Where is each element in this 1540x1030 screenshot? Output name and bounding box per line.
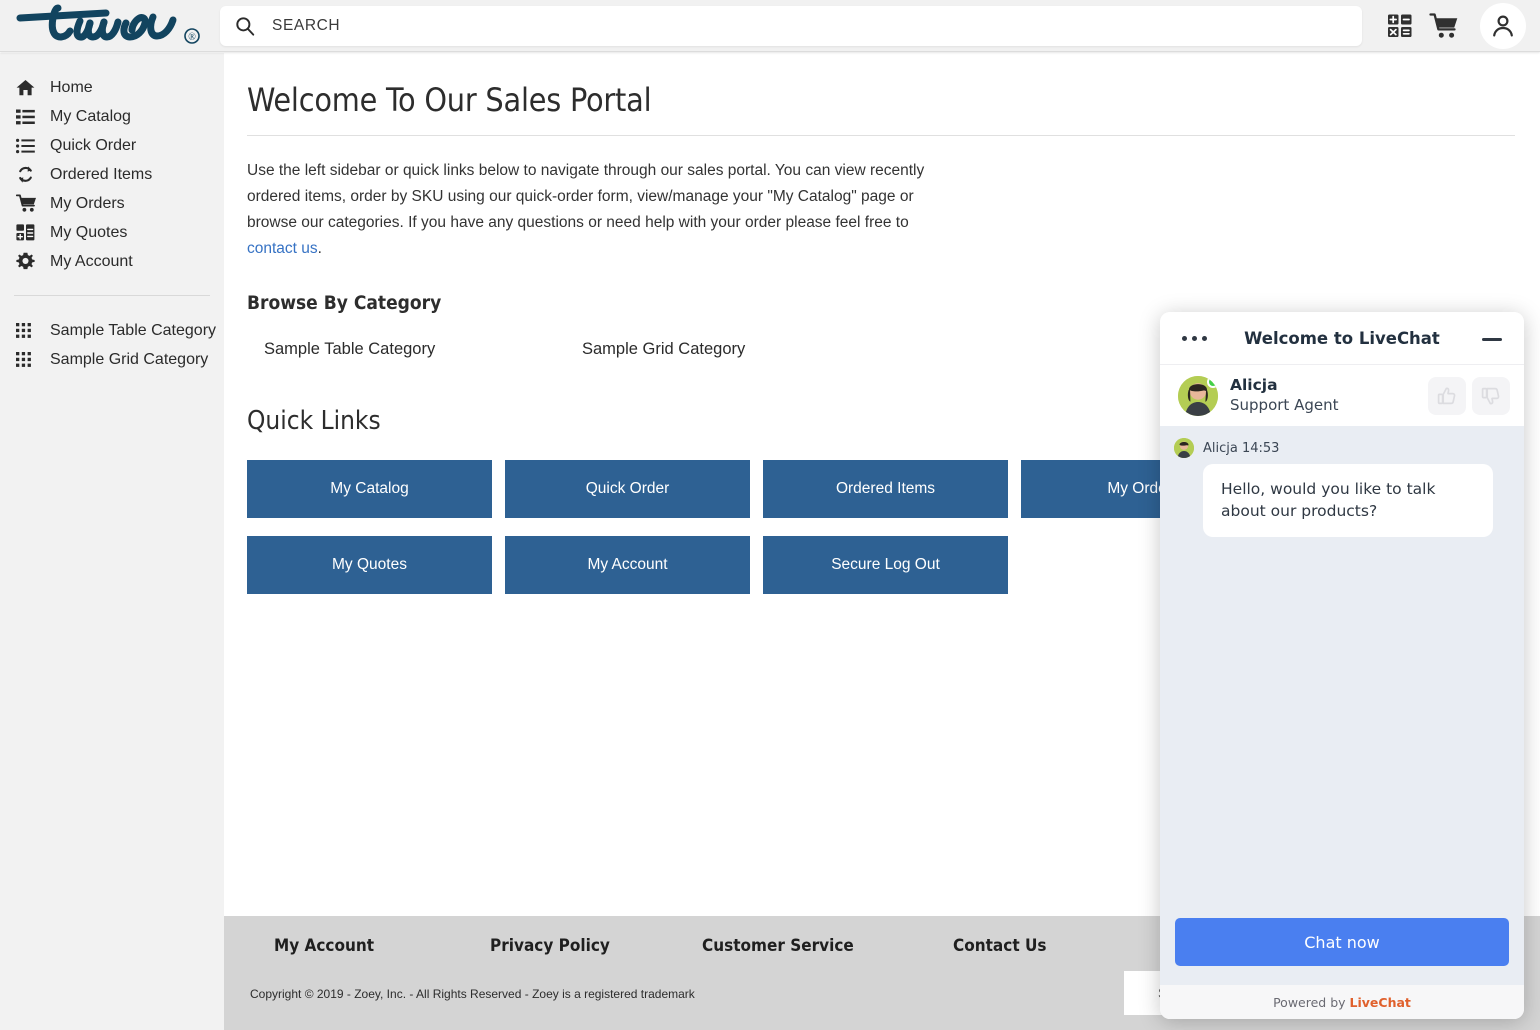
- category-link-sample-grid-category[interactable]: Sample Grid Category: [582, 340, 745, 358]
- thumbs-down-button[interactable]: [1472, 376, 1510, 415]
- account-button[interactable]: [1480, 2, 1526, 49]
- brand-live: Live: [1349, 994, 1379, 1010]
- sidebar-label: Sample Grid Category: [50, 350, 209, 368]
- quick-link-my-quotes[interactable]: My Quotes: [247, 536, 492, 594]
- quick-link-ordered-items[interactable]: Ordered Items: [763, 460, 1008, 518]
- account-icon: [1493, 14, 1513, 36]
- sidebar-item-my-account[interactable]: My Account: [0, 247, 224, 276]
- home-icon: [16, 78, 38, 98]
- thumbs-down-icon: [1481, 387, 1500, 405]
- livechat-widget: Welcome to LiveChat Alicja Support Agent: [1160, 312, 1524, 1019]
- sidebar-divider: [14, 295, 210, 296]
- sidebar-item-home[interactable]: Home: [0, 73, 224, 102]
- calculator-button[interactable]: [1378, 4, 1422, 48]
- sidebar-label: Quick Order: [50, 136, 137, 154]
- title-divider: [247, 135, 1515, 136]
- search-icon: [236, 16, 255, 36]
- sidebar-item-my-orders[interactable]: My Orders: [0, 189, 224, 218]
- intro-text-end: .: [317, 240, 322, 257]
- message-header: Alicja 14:53: [1174, 438, 1508, 458]
- agent-name: Alicja: [1230, 376, 1278, 395]
- thumbs-up-icon: [1437, 386, 1456, 404]
- sidebar-nav: Home My Catalog Quick Order Ordered Item…: [0, 53, 224, 1030]
- sidebar-item-ordered-items[interactable]: Ordered Items: [0, 160, 224, 189]
- category-col: Sample Table Category: [247, 340, 565, 359]
- search-bar[interactable]: [220, 5, 1362, 46]
- grid-dots-icon: [16, 350, 38, 370]
- rating-buttons: [1428, 376, 1510, 415]
- search-input[interactable]: [270, 15, 1348, 36]
- cart-icon: [1429, 12, 1458, 38]
- message-bubble: Hello, would you like to talk about our …: [1203, 464, 1493, 537]
- intro-paragraph: Use the left sidebar or quick links belo…: [247, 158, 947, 262]
- powered-by-label: Powered by: [1273, 994, 1346, 1010]
- sidebar-label: My Catalog: [50, 107, 131, 125]
- sidebar-item-sample-table-category[interactable]: Sample Table Category: [0, 316, 224, 345]
- footer-link-my-account[interactable]: My Account: [274, 936, 490, 956]
- true-logo-icon: ®: [16, 4, 200, 44]
- sidebar-label: My Account: [50, 252, 133, 270]
- footer-link-contact-us[interactable]: Contact Us: [953, 936, 1046, 956]
- livechat-title: Welcome to LiveChat: [1244, 328, 1440, 348]
- quick-link-my-catalog[interactable]: My Catalog: [247, 460, 492, 518]
- browse-by-category-heading: Browse By Category: [247, 292, 442, 314]
- quote-grid-icon: [16, 223, 38, 243]
- cart-icon: [16, 194, 38, 214]
- grid-dots-icon: [16, 321, 38, 341]
- ellipsis-icon[interactable]: [1182, 335, 1207, 341]
- livechat-message-list: Alicja 14:53 Hello, would you like to ta…: [1160, 426, 1524, 918]
- footer-link-customer-service[interactable]: Customer Service: [702, 936, 953, 956]
- message-meta: Alicja 14:53: [1203, 440, 1280, 456]
- sidebar-item-my-catalog[interactable]: My Catalog: [0, 102, 224, 131]
- footer-link-privacy-policy[interactable]: Privacy Policy: [490, 936, 702, 956]
- livechat-agent-bar: Alicja Support Agent: [1160, 364, 1524, 426]
- livechat-header: Welcome to LiveChat: [1160, 312, 1524, 364]
- category-link-sample-table-category[interactable]: Sample Table Category: [264, 340, 435, 358]
- brand-logo[interactable]: ®: [0, 0, 218, 52]
- chat-now-button[interactable]: Chat now: [1175, 918, 1509, 966]
- sidebar-label: My Orders: [50, 194, 125, 212]
- contact-us-link[interactable]: contact us: [247, 240, 318, 257]
- quick-link-quick-order[interactable]: Quick Order: [505, 460, 750, 518]
- sync-icon: [16, 165, 38, 185]
- agent-info: Alicja Support Agent: [1230, 376, 1338, 414]
- list-ul-icon: [16, 136, 38, 156]
- sidebar-item-sample-grid-category[interactable]: Sample Grid Category: [0, 345, 224, 374]
- intro-text: Use the left sidebar or quick links belo…: [247, 162, 925, 231]
- quick-link-secure-log-out[interactable]: Secure Log Out: [763, 536, 1008, 594]
- sidebar-label: My Quotes: [50, 223, 128, 241]
- list-icon: [16, 107, 38, 127]
- livechat-cta-area: Chat now: [1160, 918, 1524, 985]
- avatar: [1178, 375, 1218, 416]
- sidebar-item-quick-order[interactable]: Quick Order: [0, 131, 224, 160]
- thumbs-up-button[interactable]: [1428, 376, 1466, 415]
- logo-trademark: ®: [188, 32, 196, 43]
- list-item: Alicja 14:53 Hello, would you like to ta…: [1174, 438, 1508, 537]
- agent-role: Support Agent: [1230, 395, 1339, 414]
- online-status-dot: [1207, 375, 1218, 388]
- minimize-icon[interactable]: [1482, 338, 1502, 341]
- brand-chat: Chat: [1378, 994, 1411, 1010]
- header-icon-group: [1378, 2, 1540, 49]
- copyright-text: Copyright © 2019 - Zoey, Inc. - All Righ…: [250, 987, 695, 1001]
- quick-links-grid: My Catalog Quick Order Ordered Items My …: [247, 460, 1292, 594]
- agent-photo-icon: [1174, 438, 1194, 458]
- app-header: ®: [0, 0, 1540, 52]
- category-col: Sample Grid Category: [565, 340, 883, 359]
- sidebar-label: Ordered Items: [50, 165, 153, 183]
- sidebar-label: Home: [50, 78, 93, 96]
- sidebar-label: Sample Table Category: [50, 321, 217, 339]
- livechat-powered-by: Powered by LiveChat: [1160, 985, 1524, 1019]
- livechat-brand: LiveChat: [1350, 995, 1411, 1010]
- sidebar-item-my-quotes[interactable]: My Quotes: [0, 218, 224, 247]
- gear-icon: [16, 252, 38, 272]
- avatar: [1174, 438, 1194, 458]
- cart-button[interactable]: [1422, 4, 1466, 48]
- quick-link-my-account[interactable]: My Account: [505, 536, 750, 594]
- page-title: Welcome To Our Sales Portal: [247, 81, 652, 119]
- calculator-icon: [1388, 14, 1412, 37]
